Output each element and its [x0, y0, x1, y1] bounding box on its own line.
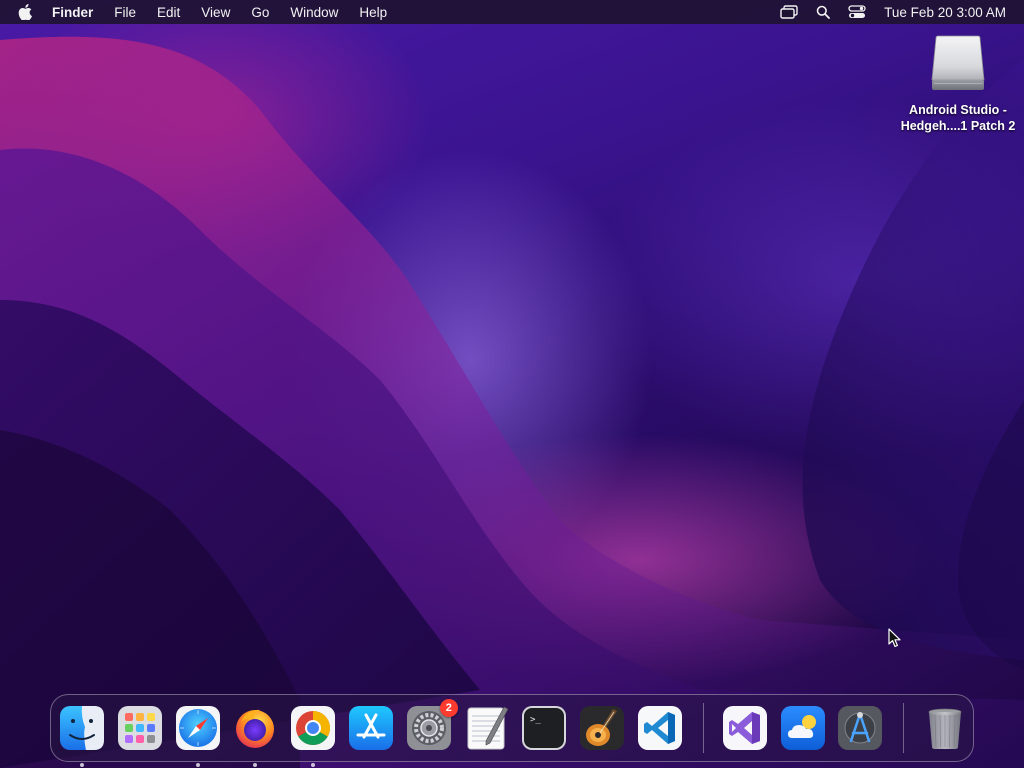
menu-file[interactable]: File [114, 5, 136, 20]
desktop-disk-label: Android Studio - Hedgeh....1 Patch 2 [900, 103, 1016, 133]
dock-visual-studio[interactable] [722, 705, 768, 751]
launchpad-icon [117, 706, 162, 750]
terminal-icon: >_ [522, 706, 567, 750]
visual-studio-icon [722, 706, 767, 750]
desktop-wallpaper [0, 36, 1024, 768]
dock-system-settings[interactable]: 2 [406, 699, 458, 751]
dock-weather[interactable] [780, 705, 826, 751]
dock-safari[interactable] [175, 705, 221, 767]
finder-icon [60, 706, 104, 750]
instruments-icon [838, 706, 883, 750]
mouse-cursor-icon [888, 628, 901, 648]
running-indicator [80, 763, 84, 767]
running-indicator [195, 763, 200, 767]
dock-garageband[interactable] [579, 705, 625, 751]
dock-vscode[interactable] [637, 705, 683, 751]
dock-separator [702, 703, 704, 753]
external-disk-icon [931, 35, 985, 90]
dock-terminal[interactable]: >_ [521, 705, 567, 751]
menu-view[interactable]: View [201, 5, 230, 20]
dock-textedit[interactable] [464, 705, 510, 751]
menu-bar: Finder File Edit View Go Window Help Tue… [0, 0, 1024, 24]
dock-trash[interactable] [922, 705, 968, 751]
chrome-icon [291, 706, 336, 750]
svg-text:>_: >_ [530, 715, 541, 725]
apple-menu-icon[interactable] [18, 4, 34, 20]
dock-launchpad[interactable] [117, 705, 163, 751]
garageband-icon [580, 706, 625, 750]
screen-mirroring-icon[interactable] [780, 4, 798, 20]
desktop-disk-item[interactable]: Android Studio - Hedgeh....1 Patch 2 [896, 34, 1020, 134]
textedit-icon [467, 706, 508, 750]
menu-window[interactable]: Window [290, 5, 338, 20]
dock-separator [903, 703, 905, 753]
weather-icon [780, 706, 825, 750]
spotlight-search-icon[interactable] [814, 4, 832, 20]
menu-help[interactable]: Help [359, 5, 387, 20]
app-store-icon [348, 706, 393, 750]
menu-app-finder[interactable]: Finder [52, 5, 93, 20]
dock-instruments[interactable] [837, 705, 883, 751]
firefox-icon [236, 709, 275, 748]
menu-edit[interactable]: Edit [157, 5, 180, 20]
safari-icon [175, 706, 220, 750]
menu-bar-clock[interactable]: Tue Feb 20 3:00 AM [884, 5, 1006, 20]
dock-firefox[interactable] [232, 705, 278, 767]
vscode-icon [637, 706, 682, 750]
dock: 2 >_ [50, 694, 974, 767]
control-center-icon[interactable] [848, 4, 866, 20]
dock-app-store[interactable] [348, 705, 394, 751]
menu-go[interactable]: Go [251, 5, 269, 20]
dock-finder[interactable] [59, 705, 105, 767]
trash-icon [928, 708, 962, 749]
notification-badge: 2 [439, 699, 458, 717]
dock-chrome[interactable] [290, 705, 336, 767]
